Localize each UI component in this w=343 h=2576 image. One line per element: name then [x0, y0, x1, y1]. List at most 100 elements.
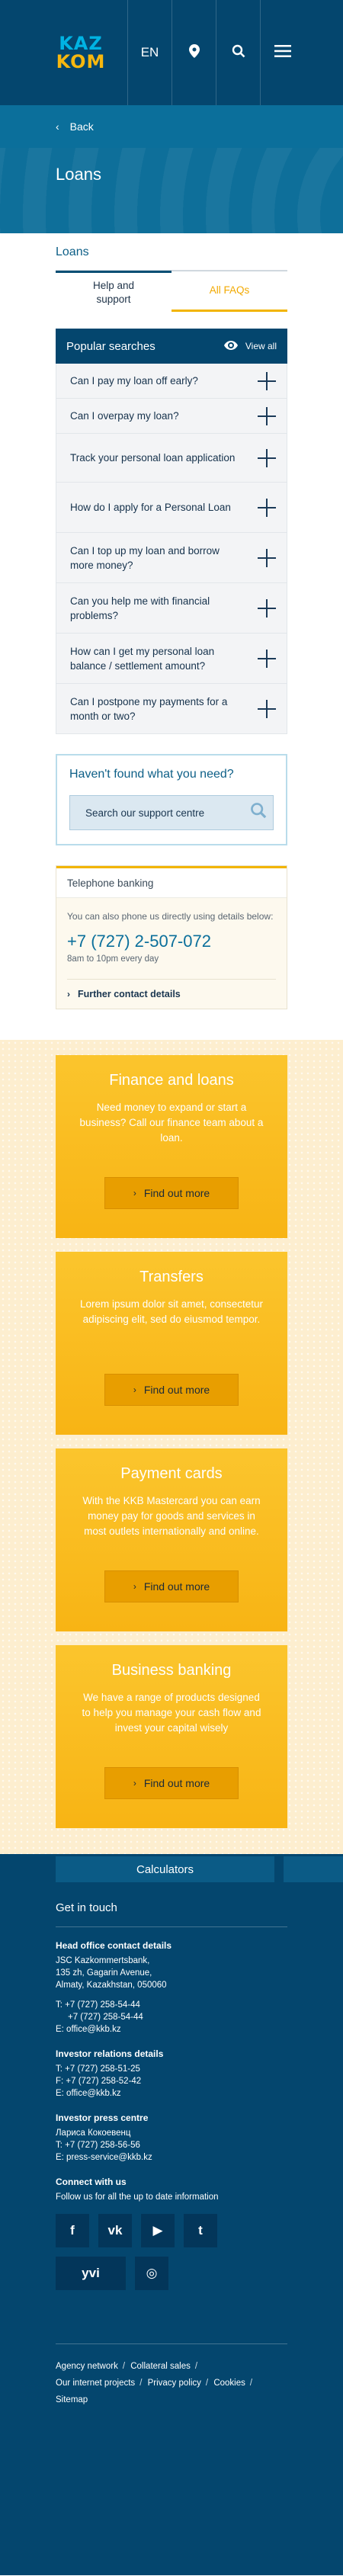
- phone-line[interactable]: +7 (727) 258-54-44: [56, 2011, 287, 2023]
- eye-icon: [223, 340, 238, 352]
- section-title: Loans: [56, 233, 287, 271]
- button-label: Find out more: [143, 1187, 210, 1199]
- contact-line: Лариса Кокоевенц: [56, 2128, 131, 2138]
- tab-all-faqs[interactable]: All FAQs: [172, 271, 287, 312]
- find-out-more-button[interactable]: › Find out more: [104, 1767, 239, 1799]
- connect-text: Follow us for all the up to date informa…: [56, 2193, 219, 2202]
- investor-relations-details: Investor relations details T: +7 (727) 2…: [56, 2048, 287, 2100]
- plus-icon: [258, 371, 276, 390]
- faq-item[interactable]: Can I top up my loan and borrow more mon…: [56, 533, 287, 583]
- support-search-box: Haven't found what you need? Search our …: [56, 754, 287, 845]
- head-office-details: Head office contact details JSC Kazkomme…: [56, 1939, 287, 2035]
- instagram-icon[interactable]: ◎: [135, 2257, 168, 2290]
- footer-link[interactable]: Sitemap: [56, 2395, 88, 2404]
- faq-question: How do I apply for a Personal Loan: [70, 502, 231, 513]
- tab-label: Help and support: [92, 279, 135, 305]
- view-all-label: View all: [245, 341, 277, 351]
- language-switch[interactable]: EN: [127, 0, 172, 105]
- find-out-more-button[interactable]: › Find out more: [104, 1177, 239, 1209]
- view-all-link[interactable]: View all: [223, 340, 277, 352]
- find-out-more-button[interactable]: › Find out more: [104, 1570, 239, 1602]
- contact-line[interactable]: E: office@kkb.kz: [56, 2087, 287, 2100]
- faq-item[interactable]: How can I get my personal loan balance /…: [56, 634, 287, 684]
- press-title: Investor press centre: [56, 2112, 149, 2123]
- search-placeholder: Search our support centre: [85, 807, 205, 819]
- vk-icon[interactable]: vk: [98, 2214, 132, 2247]
- telephone-banking-box: Telephone banking You can also phone us …: [56, 865, 287, 1009]
- tab-help-and-support[interactable]: Help and support: [56, 271, 172, 312]
- footer-link[interactable]: Collateral sales: [130, 2362, 191, 2371]
- promo-title: Transfers: [139, 1269, 204, 1285]
- tabs: Help and support All FAQs: [56, 271, 287, 312]
- phone-line[interactable]: T: +7 (727) 258-54-44: [56, 1999, 287, 2011]
- footer-link[interactable]: Cookies: [213, 2379, 245, 2388]
- menu-button[interactable]: [260, 0, 304, 105]
- contact-line[interactable]: E: press-service@kkb.kz: [56, 2151, 287, 2164]
- contact-line[interactable]: T: +7 (727) 258-56-56: [56, 2139, 287, 2151]
- further-contact-details-link[interactable]: › Further contact details: [67, 979, 276, 999]
- carousel-next-item[interactable]: [284, 1856, 343, 1882]
- contact-line[interactable]: F: +7 (727) 258-52-42: [56, 2075, 287, 2087]
- address-line: JSC Kazkommertsbank,: [56, 1956, 150, 1965]
- contact-line[interactable]: T: +7 (727) 258-51-25: [56, 2063, 287, 2075]
- facebook-icon[interactable]: f: [56, 2214, 89, 2247]
- search-button[interactable]: [216, 0, 260, 105]
- telephone-number[interactable]: +7 (727) 2-507-072: [67, 932, 276, 951]
- logo-line-1: KAZ: [59, 33, 103, 54]
- faq-question: How can I get my personal loan balance /…: [70, 645, 215, 672]
- promo-section: Finance and loans Need money to expand o…: [0, 1040, 343, 1854]
- button-label: Find out more: [143, 1384, 210, 1396]
- footer: Get in touch Head office contact details…: [0, 1886, 343, 2575]
- faq-item[interactable]: Can I overpay my loan?: [56, 399, 287, 434]
- calculators-carousel: Calculators: [0, 1854, 343, 1886]
- footer-link[interactable]: Agency network: [56, 2362, 118, 2371]
- connect-title: Connect with us: [56, 2177, 127, 2187]
- faq-item[interactable]: How do I apply for a Personal Loan: [56, 483, 287, 533]
- yvi-icon[interactable]: yvi: [56, 2257, 126, 2290]
- telephone-banking-title: Telephone banking: [56, 866, 287, 898]
- search-icon: [250, 802, 267, 823]
- popular-searches-header: Popular searches View all: [56, 329, 287, 364]
- faq-item[interactable]: Can you help me with financial problems?: [56, 583, 287, 634]
- hamburger-menu-icon: [274, 44, 291, 61]
- footer-link[interactable]: Our internet projects: [56, 2379, 135, 2388]
- address-line: 135 zh, Gagarin Avenue,: [56, 1968, 152, 1978]
- faq-item[interactable]: Can I pay my loan off early?: [56, 364, 287, 399]
- promo-card: Transfers Lorem ipsum dolor sit amet, co…: [56, 1252, 287, 1435]
- footer-title: Get in touch: [56, 1901, 287, 1927]
- find-out-more-button[interactable]: › Find out more: [104, 1374, 239, 1406]
- calculators-button[interactable]: Calculators: [56, 1856, 274, 1882]
- footer-link[interactable]: Privacy policy: [148, 2379, 201, 2388]
- youtube-icon[interactable]: ▶: [141, 2214, 175, 2247]
- promo-title: Payment cards: [120, 1465, 223, 1482]
- page: KAZ KOM EN ‹ Back Loans Loans Help and s…: [0, 0, 343, 2576]
- telephone-note: You can also phone us directly using det…: [67, 911, 274, 922]
- further-contact-label: Further contact details: [78, 989, 181, 999]
- plus-icon: [258, 598, 276, 618]
- tab-label: All FAQs: [209, 284, 250, 296]
- location-button[interactable]: [172, 0, 216, 105]
- chevron-right-icon: ›: [133, 1581, 136, 1592]
- search-icon: [232, 44, 245, 62]
- plus-icon: [258, 448, 276, 467]
- footer-links: Agency network / Collateral sales / Our in…: [56, 2343, 287, 2408]
- plus-icon: [258, 406, 276, 425]
- faq-item[interactable]: Can I postpone my payments for a month o…: [56, 684, 287, 734]
- promo-title: Finance and loans: [109, 1072, 234, 1089]
- button-label: Find out more: [143, 1777, 210, 1789]
- twitter-icon[interactable]: t: [184, 2214, 217, 2247]
- chevron-right-icon: ›: [133, 1778, 136, 1788]
- back-link[interactable]: ‹ Back: [0, 105, 343, 148]
- promo-text: With the KKB Mastercard you can earn mon…: [82, 1495, 261, 1537]
- investor-title: Investor relations details: [56, 2048, 164, 2059]
- email-line[interactable]: E: office@kkb.kz: [56, 2023, 287, 2035]
- support-search-input[interactable]: Search our support centre: [69, 795, 274, 830]
- kazkom-logo[interactable]: KAZ KOM: [56, 30, 106, 75]
- button-label: Find out more: [143, 1580, 210, 1593]
- plus-icon: [258, 649, 276, 668]
- promo-card: Business banking We have a range of prod…: [56, 1645, 287, 1828]
- popular-searches-title: Popular searches: [66, 339, 155, 353]
- faq-item[interactable]: Track your personal loan application: [56, 434, 287, 483]
- faq-question: Can I postpone my payments for a month o…: [70, 695, 228, 722]
- promo-title: Business banking: [111, 1662, 232, 1679]
